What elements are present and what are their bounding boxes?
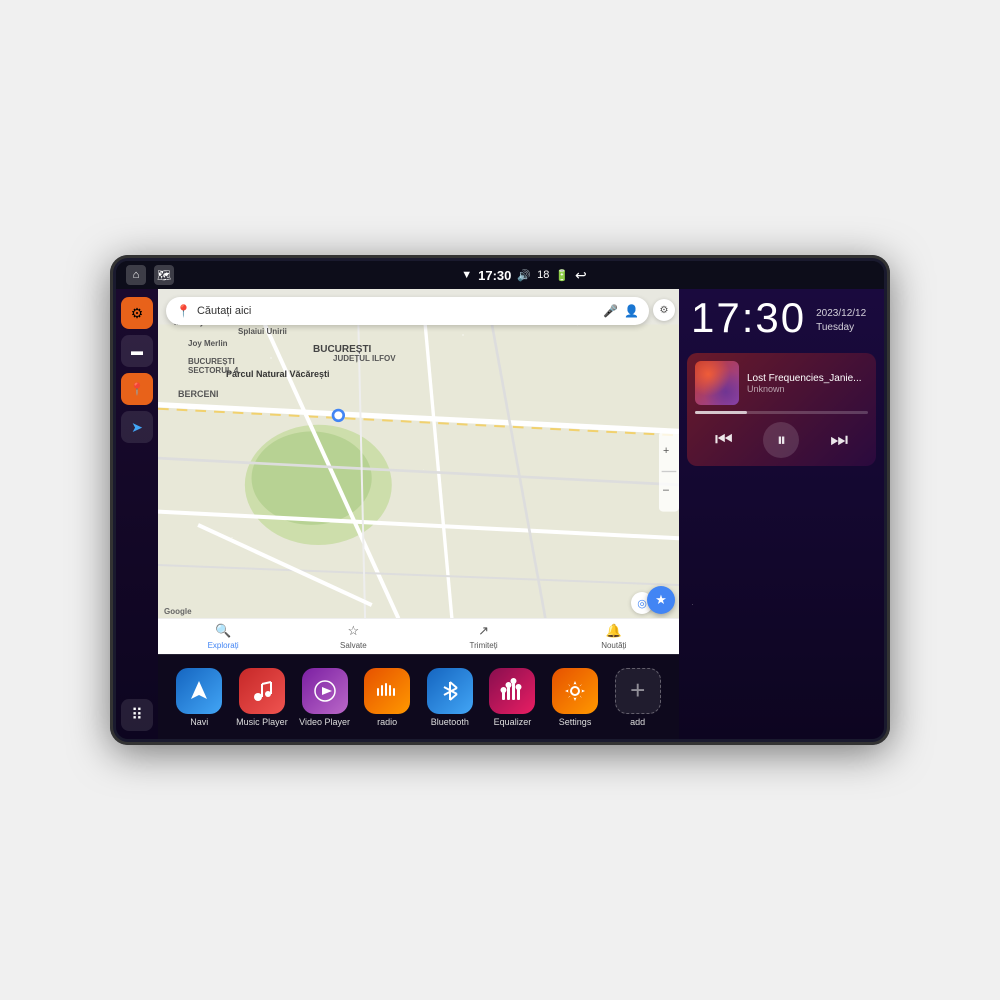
settings-icon-btn [552,668,598,714]
clock-section: 17:30 2023/12/12 Tuesday [679,289,884,347]
album-art [695,361,739,405]
radio-label: radio [377,717,397,727]
screen: ⌂ 🗺 ▼ 17:30 🔊 18 🔋 ↩ ⚙ ▬ 📍 ➤ ⠿ [116,261,884,739]
app-bluetooth[interactable]: Bluetooth [420,668,480,727]
map-svg: + – [158,289,679,654]
map-bottom-bar: 🔍 Explorați ☆ Salvate ↗ Trimiteți 🔔 [158,618,679,654]
progress-fill [695,411,747,414]
music-label: Music Player [236,717,288,727]
sidebar-nav-btn[interactable]: ➤ [121,411,153,443]
sidebar-location-btn[interactable]: 📍 [121,373,153,405]
fab-button[interactable]: ★ [647,586,675,614]
device-frame: ⌂ 🗺 ▼ 17:30 🔊 18 🔋 ↩ ⚙ ▬ 📍 ➤ ⠿ [110,255,890,745]
map-saved-btn[interactable]: ☆ Salvate [288,623,418,650]
map-explore-btn[interactable]: 🔍 Explorați [158,623,288,650]
sidebar-apps-btn[interactable]: ⠿ [121,699,153,731]
app-equalizer[interactable]: Equalizer [482,668,542,727]
center-area: + – AXIS PremiumMobility - Sud Splaiui U… [158,289,679,739]
saved-label: Salvate [340,641,367,650]
battery-icon: 🔋 [555,269,569,282]
status-time: 17:30 [478,268,511,283]
settings-label: Settings [559,717,592,727]
status-bar: ⌂ 🗺 ▼ 17:30 🔊 18 🔋 ↩ [116,261,884,289]
equalizer-icon-btn [489,668,535,714]
news-icon: 🔔 [606,623,622,639]
status-center: ▼ 17:30 🔊 18 🔋 ↩ [461,267,587,284]
progress-bar[interactable] [695,411,868,414]
map-label-berceni: BERCENI [178,389,219,399]
map-label-joy: Joy Merlin [188,339,228,348]
right-panel: 17:30 2023/12/12 Tuesday Los [679,289,884,739]
sidebar-files-btn[interactable]: ▬ [121,335,153,367]
radio-icon-btn [364,668,410,714]
video-label: Video Player [299,717,350,727]
map-background: + – AXIS PremiumMobility - Sud Splaiui U… [158,289,679,654]
home-icon[interactable]: ⌂ [126,265,146,285]
music-info-row: Lost Frequencies_Janie... Unknown [695,361,868,405]
navi-label: Navi [190,717,208,727]
music-text: Lost Frequencies_Janie... Unknown [747,373,868,394]
map-status-icon[interactable]: 🗺 [154,265,174,285]
status-left-icons: ⌂ 🗺 [126,265,174,285]
share-label: Trimiteți [470,641,498,650]
battery-level: 18 [537,269,549,281]
equalizer-label: Equalizer [494,717,532,727]
music-icon-btn [239,668,285,714]
video-icon-btn [302,668,348,714]
explore-icon: 🔍 [215,623,231,639]
navi-icon [176,668,222,714]
app-add[interactable]: + add [608,668,668,727]
map-label-ilfov: JUDEȚUL ILFOV [333,354,396,363]
map-search-bar[interactable]: 📍 Căutați aici 🎤 👤 [166,297,649,325]
map-settings-icon[interactable]: ⚙ [653,299,675,321]
add-icon-btn: + [615,668,661,714]
day-text: Tuesday [816,321,866,335]
mic-icon[interactable]: 🎤 [603,304,618,318]
map-label-splai: Splaiui Unirii [238,327,287,336]
share-icon: ↗ [478,623,489,639]
clock-date-row: 17:30 2023/12/12 Tuesday [691,297,872,339]
app-settings[interactable]: Settings [545,668,605,727]
map-share-btn[interactable]: ↗ Trimiteți [419,623,549,650]
explore-label: Explorați [208,641,239,650]
back-icon[interactable]: ↩ [575,267,587,284]
bluetooth-icon-btn [427,668,473,714]
app-radio[interactable]: radio [357,668,417,727]
app-dock: Navi Music Player [158,654,679,739]
date-display: 2023/12/12 Tuesday [816,307,866,339]
app-navi[interactable]: Navi [169,668,229,727]
map-label-sect4: BUCUREȘTISECTORUL 4 [188,357,238,375]
user-icon[interactable]: 👤 [624,304,639,318]
add-label: add [630,717,645,727]
app-video[interactable]: Video Player [295,668,355,727]
bluetooth-label: Bluetooth [431,717,469,727]
svg-text:+: + [663,445,669,457]
album-art-image [695,361,739,405]
map-container[interactable]: + – AXIS PremiumMobility - Sud Splaiui U… [158,289,679,654]
music-controls: ⏮ ⏸ ⏭ [695,422,868,458]
main-content: ⚙ ▬ 📍 ➤ ⠿ [116,289,884,739]
music-player-widget[interactable]: Lost Frequencies_Janie... Unknown ⏮ ⏸ ⏭ [687,353,876,466]
map-search-text: Căutați aici [197,305,251,317]
svg-text:–: – [663,484,669,496]
prev-button[interactable]: ⏮ [706,422,742,458]
next-button[interactable]: ⏭ [821,422,857,458]
sidebar-settings-btn[interactable]: ⚙ [121,297,153,329]
date-text: 2023/12/12 [816,307,866,321]
volume-icon: 🔊 [517,269,531,282]
map-news-btn[interactable]: 🔔 Noutăți [549,623,679,650]
music-title: Lost Frequencies_Janie... [747,373,868,384]
play-pause-button[interactable]: ⏸ [763,422,799,458]
app-music[interactable]: Music Player [232,668,292,727]
google-logo: Google [164,607,192,616]
music-artist: Unknown [747,384,868,394]
saved-icon: ☆ [348,623,360,639]
map-label-park: Parcul Natural Văcărești [226,369,330,379]
left-sidebar: ⚙ ▬ 📍 ➤ ⠿ [116,289,158,739]
signal-icon: ▼ [461,269,472,281]
clock-display: 17:30 [691,297,806,339]
google-maps-icon: 📍 [176,304,191,318]
news-label: Noutăți [601,641,626,650]
